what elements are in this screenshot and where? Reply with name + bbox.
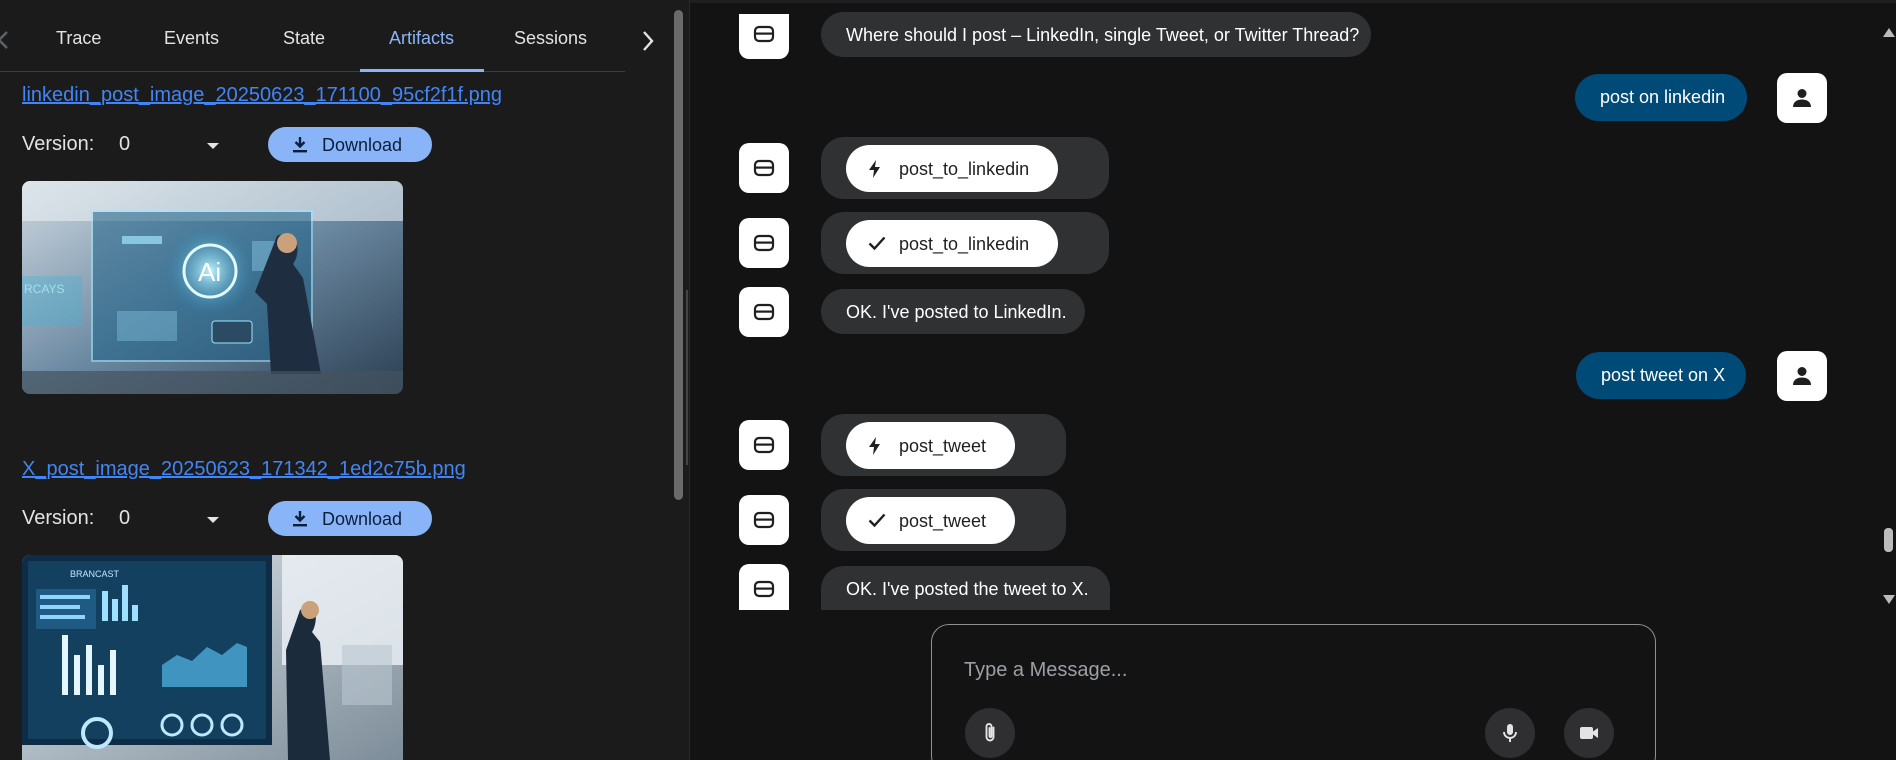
tab-sessions[interactable]: Sessions: [514, 28, 587, 49]
function-name: post_tweet: [899, 436, 987, 456]
user-message: post on linkedin: [1575, 74, 1747, 121]
bot-avatar: [739, 495, 789, 545]
artifact-image: BRANCAST: [22, 555, 403, 760]
person-icon: [1793, 89, 1811, 107]
bot-message: OK. I've posted to LinkedIn.: [821, 289, 1085, 334]
bot-avatar: [739, 564, 789, 610]
bolt-icon: [869, 160, 880, 178]
robot-icon: [753, 159, 775, 177]
chat-top-border: [690, 0, 1896, 3]
version-value: 0: [119, 507, 131, 529]
chevron-left-icon[interactable]: [0, 30, 10, 50]
download-button[interactable]: Download: [268, 127, 432, 162]
robot-icon: [753, 25, 775, 43]
function-name: post_to_linkedin: [899, 159, 1030, 179]
user-message: post tweet on X: [1576, 352, 1746, 399]
message-text: OK. I've posted to LinkedIn.: [846, 302, 1067, 322]
svg-text:BRANCAST: BRANCAST: [70, 569, 120, 579]
message-input[interactable]: [964, 655, 1614, 685]
dropdown-caret-icon: [207, 517, 219, 523]
microphone-icon: [1503, 724, 1517, 742]
active-tab-indicator: [360, 69, 484, 72]
function-response-chip[interactable]: post_to_linkedin: [846, 220, 1058, 267]
bot-avatar: [739, 420, 789, 470]
robot-icon: [753, 303, 775, 321]
version-select[interactable]: 0: [119, 505, 223, 535]
download-label: Download: [322, 135, 403, 155]
person-icon: [1793, 367, 1811, 385]
scroll-down-arrow-icon[interactable]: [1883, 595, 1895, 604]
function-call-bubble: post_to_linkedin: [821, 137, 1109, 199]
chat-scrollbar-thumb[interactable]: [1884, 528, 1893, 552]
function-call-bubble: post_tweet: [821, 414, 1066, 476]
svg-text:Ai: Ai: [198, 257, 221, 287]
robot-icon: [753, 436, 775, 454]
tab-state[interactable]: State: [283, 28, 325, 49]
side-panel: Trace Events State Artifacts Sessions li…: [0, 0, 670, 760]
version-value: 0: [119, 133, 131, 155]
bot-avatar: [739, 14, 789, 59]
resize-handle[interactable]: [686, 290, 688, 465]
scroll-up-arrow-icon[interactable]: [1883, 28, 1895, 37]
user-avatar: [1777, 351, 1827, 401]
chat-scrollbar[interactable]: [1882, 14, 1896, 608]
bolt-icon: [869, 437, 880, 455]
function-call-chip[interactable]: post_to_linkedin: [846, 145, 1058, 192]
check-icon: [868, 236, 886, 251]
message-text: OK. I've posted the tweet to X.: [846, 579, 1089, 599]
robot-icon: [753, 234, 775, 252]
tab-artifacts[interactable]: Artifacts: [389, 28, 454, 49]
download-icon: [293, 511, 307, 527]
version-label: Version:: [22, 507, 95, 529]
paperclip-icon: [985, 723, 995, 742]
message-text: Where should I post – LinkedIn, single T…: [846, 25, 1360, 45]
download-icon: [293, 137, 307, 153]
function-response-bubble: post_to_linkedin: [821, 212, 1109, 274]
artifact-link[interactable]: linkedin_post_image_20250623_171100_95cf…: [22, 84, 502, 107]
function-response-chip[interactable]: post_tweet: [846, 497, 1015, 544]
microphone-button[interactable]: [1485, 708, 1535, 758]
function-name: post_to_linkedin: [899, 234, 1030, 254]
check-icon: [868, 513, 886, 528]
robot-icon: [753, 580, 775, 598]
attach-button[interactable]: [965, 708, 1015, 758]
bot-avatar: [739, 143, 789, 193]
tab-events[interactable]: Events: [164, 28, 219, 49]
chevron-right-icon[interactable]: [640, 30, 656, 52]
tab-trace[interactable]: Trace: [56, 28, 101, 49]
bot-avatar: [739, 287, 789, 337]
user-avatar: [1777, 73, 1827, 123]
bot-avatar: [739, 218, 789, 268]
message-composer: [931, 624, 1656, 760]
artifact-image: Ai RCAYS: [22, 181, 403, 394]
dropdown-caret-icon: [207, 143, 219, 149]
function-response-bubble: post_tweet: [821, 489, 1066, 551]
side-panel-scrollbar[interactable]: [674, 10, 683, 500]
function-name: post_tweet: [899, 511, 987, 531]
tab-bar: Trace Events State Artifacts Sessions: [0, 0, 654, 72]
download-label: Download: [322, 509, 403, 529]
bot-message: Where should I post – LinkedIn, single T…: [821, 12, 1371, 57]
version-select[interactable]: 0: [119, 131, 223, 161]
download-button[interactable]: Download: [268, 501, 432, 536]
message-text: post on linkedin: [1600, 87, 1726, 107]
version-label: Version:: [22, 133, 95, 155]
video-button[interactable]: [1564, 708, 1614, 758]
robot-icon: [753, 511, 775, 529]
artifact-link[interactable]: X_post_image_20250623_171342_1ed2c75b.pn…: [22, 458, 466, 481]
message-text: post tweet on X: [1601, 365, 1726, 385]
bot-message: OK. I've posted the tweet to X.: [821, 566, 1110, 610]
function-call-chip[interactable]: post_tweet: [846, 422, 1015, 469]
chat-panel: Where should I post – LinkedIn, single T…: [690, 0, 1896, 760]
videocam-icon: [1580, 727, 1598, 739]
